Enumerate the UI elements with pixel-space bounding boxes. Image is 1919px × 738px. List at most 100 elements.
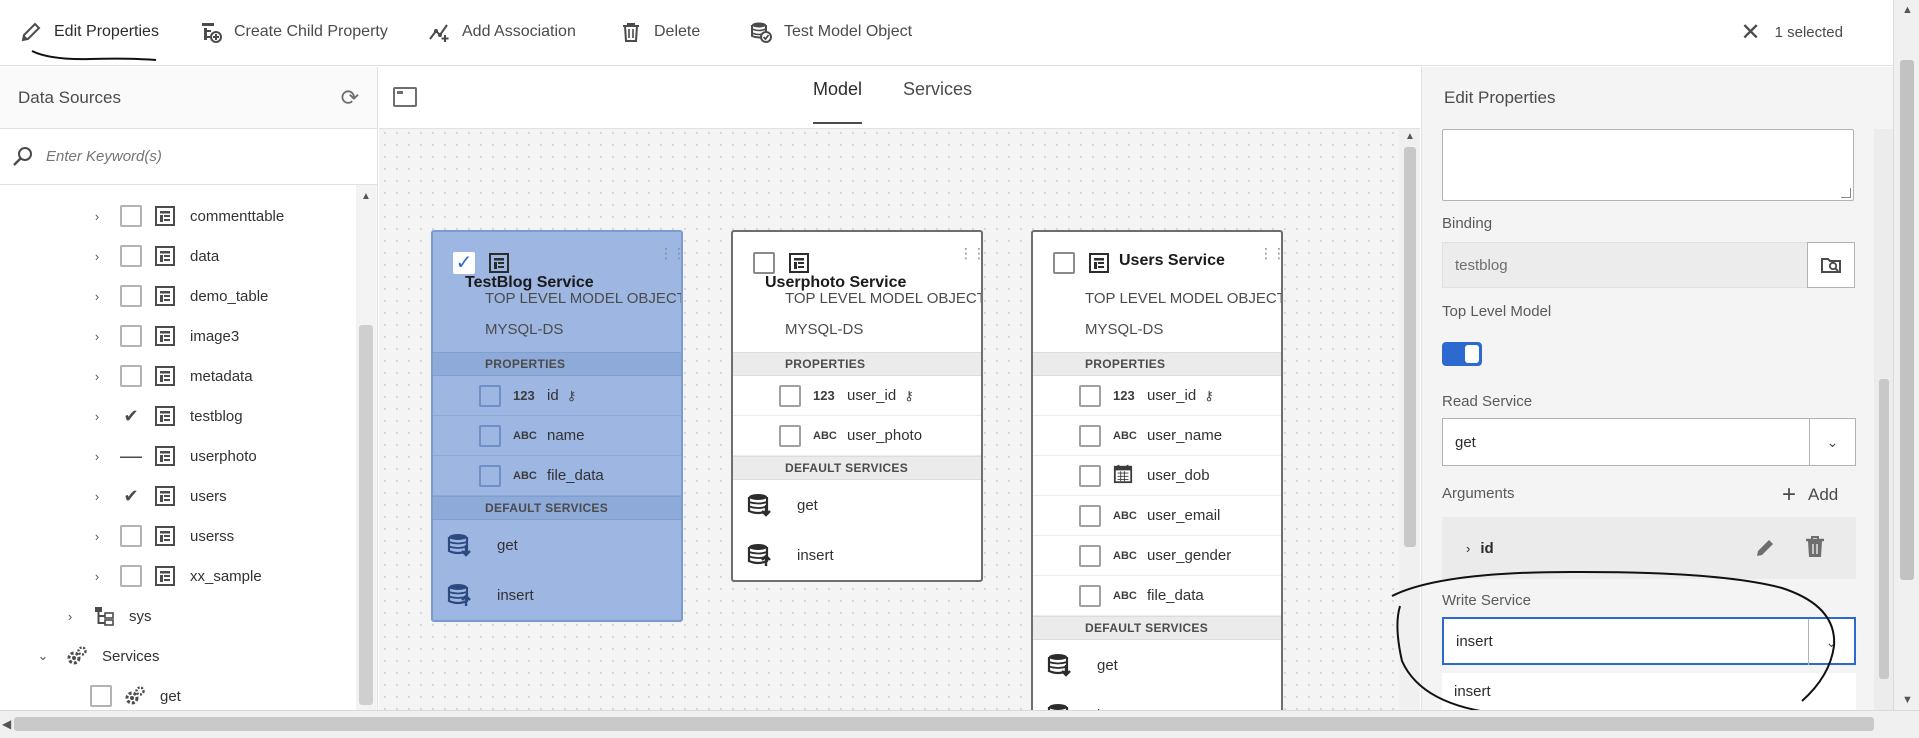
property-row-user-photo[interactable]: ABC user_photo <box>733 416 981 456</box>
property-checkbox[interactable] <box>1079 544 1101 567</box>
create-child-property-button[interactable]: Create Child Property <box>200 18 388 46</box>
property-row-user-name[interactable]: ABC user_name <box>1033 416 1281 456</box>
property-checkbox[interactable] <box>479 384 501 407</box>
chevron-right-icon[interactable]: › <box>1466 541 1470 556</box>
drag-handle-icon[interactable]: ⋮⋮ <box>959 246 981 260</box>
partial-check-icon[interactable]: — <box>120 443 142 468</box>
search-input[interactable] <box>46 148 346 165</box>
scrollbar-thumb[interactable] <box>1879 379 1889 679</box>
drag-handle-icon[interactable]: ⋮⋮ <box>1259 246 1281 260</box>
top-level-model-toggle[interactable] <box>1442 342 1482 366</box>
window-vertical-scrollbar[interactable]: ▲ ▼ <box>1893 0 1919 710</box>
tree-checkbox[interactable] <box>90 685 112 707</box>
browse-binding-button[interactable] <box>1807 242 1855 288</box>
property-row-id[interactable]: 123 id ⚷ <box>433 376 681 416</box>
test-model-object-button[interactable]: Test Model Object <box>750 18 912 46</box>
chevron-down-icon[interactable]: ⌄ <box>36 648 50 664</box>
tree-checkbox[interactable] <box>120 325 142 347</box>
add-association-button[interactable]: Add Association <box>428 18 576 46</box>
tree-item-commenttable[interactable]: › commenttable <box>90 200 284 232</box>
tree-item-testblog[interactable]: › ✔ testblog <box>90 400 243 432</box>
refresh-icon[interactable]: ⟳ <box>341 85 359 111</box>
scroll-up-icon[interactable]: ▲ <box>361 191 371 202</box>
property-checkbox[interactable] <box>479 424 501 447</box>
chevron-right-icon[interactable]: › <box>90 529 104 544</box>
card-checkbox[interactable] <box>753 252 775 274</box>
close-icon[interactable]: ✕ <box>1741 18 1761 47</box>
tree-item-userss[interactable]: › userss <box>90 520 234 552</box>
chevron-right-icon[interactable]: › <box>90 369 104 384</box>
service-row-insert[interactable]: insert <box>733 530 981 580</box>
tab-model[interactable]: Model <box>813 79 863 124</box>
tree-checkbox[interactable] <box>120 365 142 387</box>
tree-item-data[interactable]: › data <box>90 240 219 272</box>
property-row-user-dob[interactable]: user_dob <box>1033 456 1281 496</box>
scroll-up-icon[interactable]: ▲ <box>1405 131 1415 142</box>
tree-checkbox[interactable] <box>120 525 142 547</box>
tree-checkbox[interactable] <box>120 205 142 227</box>
checked-icon[interactable]: ✔ <box>120 405 142 427</box>
chevron-right-icon[interactable]: › <box>90 489 104 504</box>
tree-item-service-get[interactable]: get <box>90 680 181 710</box>
add-argument-button[interactable]: + Add <box>1782 481 1838 509</box>
tree-checkbox[interactable] <box>120 285 142 307</box>
window-horizontal-scrollbar[interactable]: ◀ <box>0 710 1919 738</box>
property-checkbox[interactable] <box>1079 584 1101 607</box>
property-checkbox[interactable] <box>1079 464 1101 487</box>
edit-properties-button[interactable]: Edit Properties <box>20 18 159 46</box>
dropdown-option-insert[interactable]: insert <box>1442 673 1856 710</box>
scroll-down-icon[interactable]: ▼ <box>1902 694 1913 706</box>
card-checkbox[interactable] <box>1053 252 1075 274</box>
tree-checkbox[interactable] <box>120 565 142 587</box>
property-checkbox[interactable] <box>1079 424 1101 447</box>
tree-item-image3[interactable]: › image3 <box>90 320 239 352</box>
argument-row-id[interactable]: › id <box>1442 517 1856 579</box>
tree-item-userphoto[interactable]: › — userphoto <box>90 440 257 472</box>
canvas-scrollbar[interactable]: ▲ <box>1399 129 1420 710</box>
tree-item-xx-sample[interactable]: › xx_sample <box>90 560 262 592</box>
tree-item-sys[interactable]: › sys <box>63 600 152 632</box>
chevron-down-icon[interactable]: ⌄ <box>1808 619 1854 665</box>
property-checkbox[interactable] <box>779 424 801 447</box>
card-checkbox-checked[interactable]: ✓ <box>453 252 475 274</box>
property-row-file-data[interactable]: ABC file_data <box>1033 576 1281 616</box>
scrollbar-thumb[interactable] <box>359 325 373 705</box>
service-row-get[interactable]: get <box>433 520 681 570</box>
property-row-name[interactable]: ABC name <box>433 416 681 456</box>
chevron-right-icon[interactable]: › <box>90 289 104 304</box>
property-checkbox[interactable] <box>1079 384 1101 407</box>
scroll-left-icon[interactable]: ◀ <box>2 717 11 731</box>
property-row-user-gender[interactable]: ABC user_gender <box>1033 536 1281 576</box>
chevron-right-icon[interactable]: › <box>90 569 104 584</box>
edit-argument-icon[interactable] <box>1754 537 1776 559</box>
chevron-right-icon[interactable]: › <box>90 249 104 264</box>
property-row-user-email[interactable]: ABC user_email <box>1033 496 1281 536</box>
checked-icon[interactable]: ✔ <box>120 485 142 507</box>
drag-handle-icon[interactable]: ⋮⋮ <box>659 246 681 260</box>
tree-group-services[interactable]: ⌄ Services <box>36 640 160 672</box>
model-card-testblog[interactable]: ✓ ⋮⋮ TestBlog Service TOP LEVEL MODEL OB… <box>431 230 683 622</box>
model-card-users[interactable]: ⋮⋮ Users Service TOP LEVEL MODEL OBJECT … <box>1031 230 1283 714</box>
panel-scrollbar[interactable] <box>1874 129 1893 710</box>
service-row-get[interactable]: get <box>733 480 981 530</box>
property-row-file-data[interactable]: ABC file_data <box>433 456 681 496</box>
property-checkbox[interactable] <box>779 384 801 407</box>
chevron-down-icon[interactable]: ⌄ <box>1809 419 1855 465</box>
toggle-side-panel-icon[interactable] <box>393 87 417 107</box>
service-row-get[interactable]: get <box>1033 640 1281 690</box>
service-row-insert[interactable]: insert <box>433 570 681 620</box>
property-row-user-id[interactable]: 123 user_id ⚷ <box>733 376 981 416</box>
chevron-right-icon[interactable]: › <box>90 409 104 424</box>
scrollbar-thumb[interactable] <box>1404 147 1416 547</box>
property-row-user-id[interactable]: 123 user_id ⚷ <box>1033 376 1281 416</box>
chevron-right-icon[interactable]: › <box>90 329 104 344</box>
chevron-right-icon[interactable]: › <box>63 609 77 624</box>
property-checkbox[interactable] <box>1079 504 1101 527</box>
tree-item-demo-table[interactable]: › demo_table <box>90 280 268 312</box>
resize-grip-icon[interactable] <box>1841 188 1851 198</box>
delete-button[interactable]: Delete <box>620 18 700 46</box>
delete-argument-icon[interactable] <box>1804 535 1826 559</box>
model-card-userphoto[interactable]: ⋮⋮ Userphoto Service TOP LEVEL MODEL OBJ… <box>731 230 983 582</box>
tree-item-users[interactable]: › ✔ users <box>90 480 227 512</box>
scroll-up-icon[interactable]: ▲ <box>1902 4 1913 16</box>
